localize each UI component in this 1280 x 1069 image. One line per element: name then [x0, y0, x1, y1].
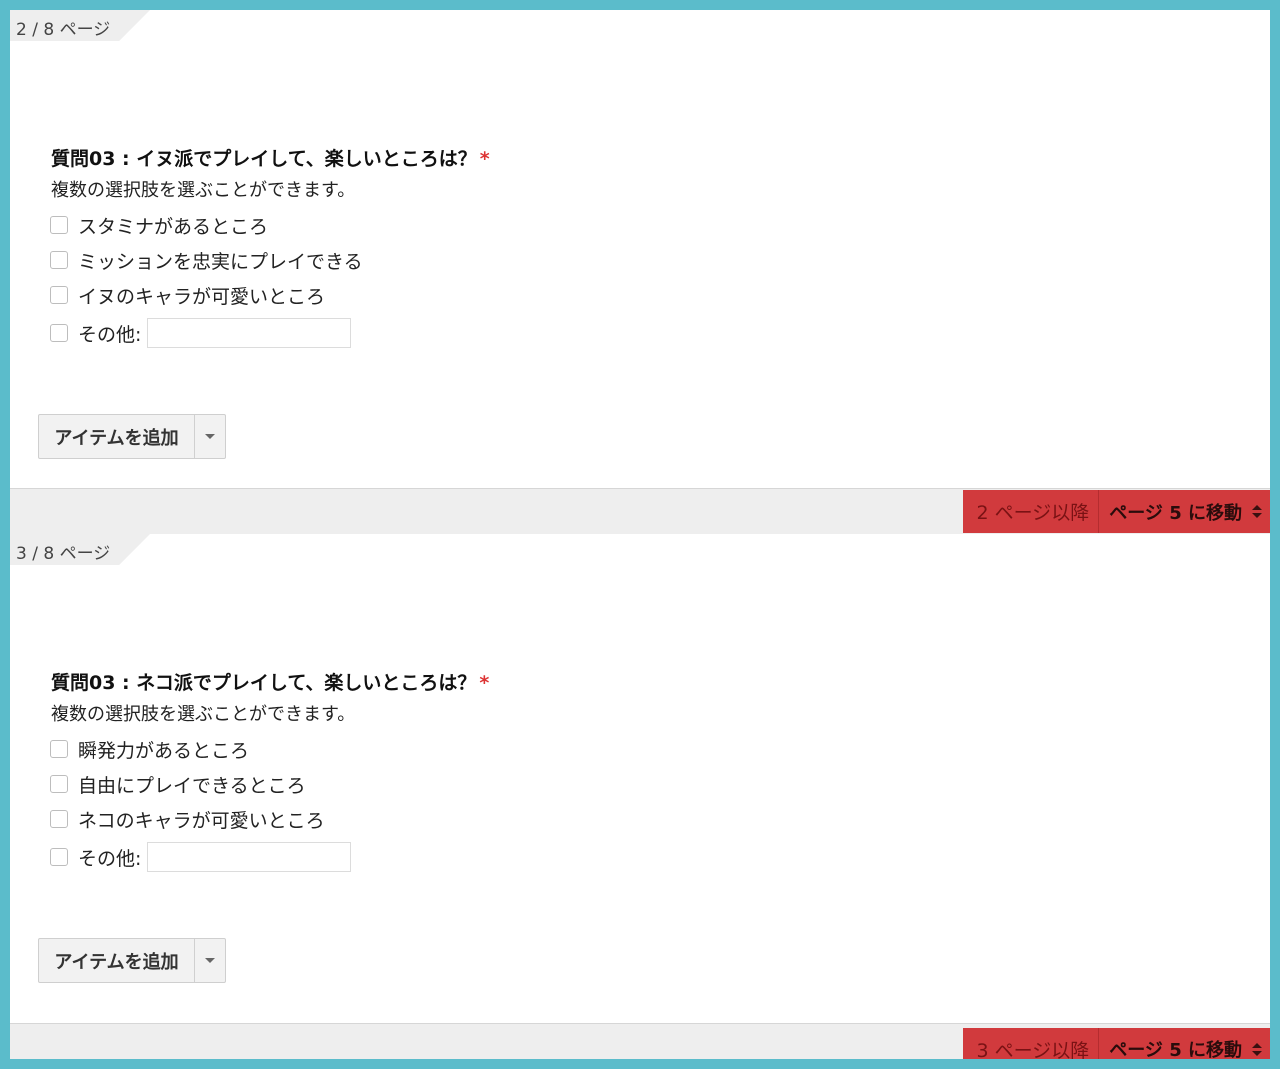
- go-to-page-value: ページ 5 に移動: [1109, 502, 1242, 524]
- page-number-label: 2 / 8 ページ: [16, 20, 111, 40]
- checkbox[interactable]: [50, 286, 68, 304]
- checkbox[interactable]: [50, 740, 68, 758]
- add-item-button-group: アイテムを追加: [38, 938, 226, 983]
- checkbox-option[interactable]: スタミナがあるところ: [50, 210, 268, 240]
- checkbox-option[interactable]: 瞬発力があるところ: [50, 734, 249, 764]
- add-item-button-group: アイテムを追加: [38, 414, 226, 459]
- checkbox[interactable]: [50, 324, 68, 342]
- add-item-dropdown-button[interactable]: [195, 415, 225, 458]
- required-asterisk: *: [479, 148, 490, 170]
- checkbox[interactable]: [50, 775, 68, 793]
- checkbox-option-other[interactable]: その他:: [50, 842, 352, 872]
- option-label: ミッションを忠実にプレイできる: [78, 250, 363, 273]
- select-arrows-icon: [1252, 505, 1262, 518]
- checkbox-option[interactable]: 自由にプレイできるところ: [50, 769, 306, 799]
- page-number-label: 3 / 8 ページ: [16, 544, 111, 564]
- option-label: 自由にプレイできるところ: [78, 774, 306, 797]
- page-navigation-bar: 2 ページ以降 ページ 5 に移動: [10, 488, 1270, 534]
- after-page-label: 2 ページ以降: [963, 490, 1100, 533]
- checkbox[interactable]: [50, 848, 68, 866]
- after-page-label: 3 ページ以降: [963, 1028, 1100, 1059]
- checkbox-option[interactable]: イヌのキャラが可愛いところ: [50, 280, 325, 310]
- form-editor-frame: 2 / 8 ページ 質問03 : イヌ派でプレイして、楽しいところは？ * 複数の…: [10, 10, 1270, 1059]
- option-label: スタミナがあるところ: [78, 215, 269, 238]
- caret-down-icon: [205, 958, 215, 963]
- page-section-3: 3 / 8 ページ 質問03 : ネコ派でプレイして、楽しいところは？ * 複数の…: [10, 534, 1270, 1059]
- required-asterisk: *: [479, 672, 490, 694]
- go-to-page-value: ページ 5 に移動: [1109, 1040, 1242, 1059]
- question-title[interactable]: 質問03 : ネコ派でプレイして、楽しいところは？ *: [51, 668, 489, 695]
- select-arrows-icon: [1252, 1042, 1262, 1056]
- page-navigation-bar: 3 ページ以降 ページ 5 に移動: [10, 1023, 1270, 1059]
- question-title-text: 質問03 : ネコ派でプレイして、楽しいところは？: [51, 672, 477, 694]
- checkbox-option[interactable]: ミッションを忠実にプレイできる: [50, 245, 363, 275]
- go-to-page-select[interactable]: ページ 5 に移動: [1099, 490, 1270, 533]
- option-label: イヌのキャラが可愛いところ: [78, 285, 326, 308]
- other-text-input[interactable]: [147, 842, 352, 872]
- add-item-dropdown-button[interactable]: [195, 939, 225, 982]
- other-text-input[interactable]: [147, 318, 352, 348]
- checkbox[interactable]: [50, 251, 68, 269]
- option-label: 瞬発力があるところ: [78, 739, 250, 762]
- other-label: その他:: [78, 323, 142, 346]
- question-help-text: 複数の選択肢を選ぶことができます。: [51, 180, 356, 201]
- question-title-text: 質問03 : イヌ派でプレイして、楽しいところは？: [51, 148, 477, 170]
- checkbox-option[interactable]: ネコのキャラが可愛いところ: [50, 804, 325, 834]
- checkbox[interactable]: [50, 216, 68, 234]
- checkbox[interactable]: [50, 810, 68, 828]
- other-label: その他:: [78, 847, 142, 870]
- checkbox-option-other[interactable]: その他:: [50, 318, 352, 348]
- page-section-2: 2 / 8 ページ 質問03 : イヌ派でプレイして、楽しいところは？ * 複数の…: [10, 10, 1270, 534]
- question-help-text: 複数の選択肢を選ぶことができます。: [51, 704, 356, 725]
- page-navigation-box: 3 ページ以降 ページ 5 に移動: [962, 1028, 1270, 1059]
- add-item-button[interactable]: アイテムを追加: [39, 939, 195, 982]
- caret-down-icon: [205, 434, 215, 439]
- option-label: ネコのキャラが可愛いところ: [78, 809, 325, 832]
- question-title[interactable]: 質問03 : イヌ派でプレイして、楽しいところは？ *: [51, 144, 490, 171]
- add-item-button[interactable]: アイテムを追加: [39, 415, 195, 458]
- go-to-page-select[interactable]: ページ 5 に移動: [1099, 1028, 1270, 1059]
- page-navigation-box: 2 ページ以降 ページ 5 に移動: [962, 490, 1270, 533]
